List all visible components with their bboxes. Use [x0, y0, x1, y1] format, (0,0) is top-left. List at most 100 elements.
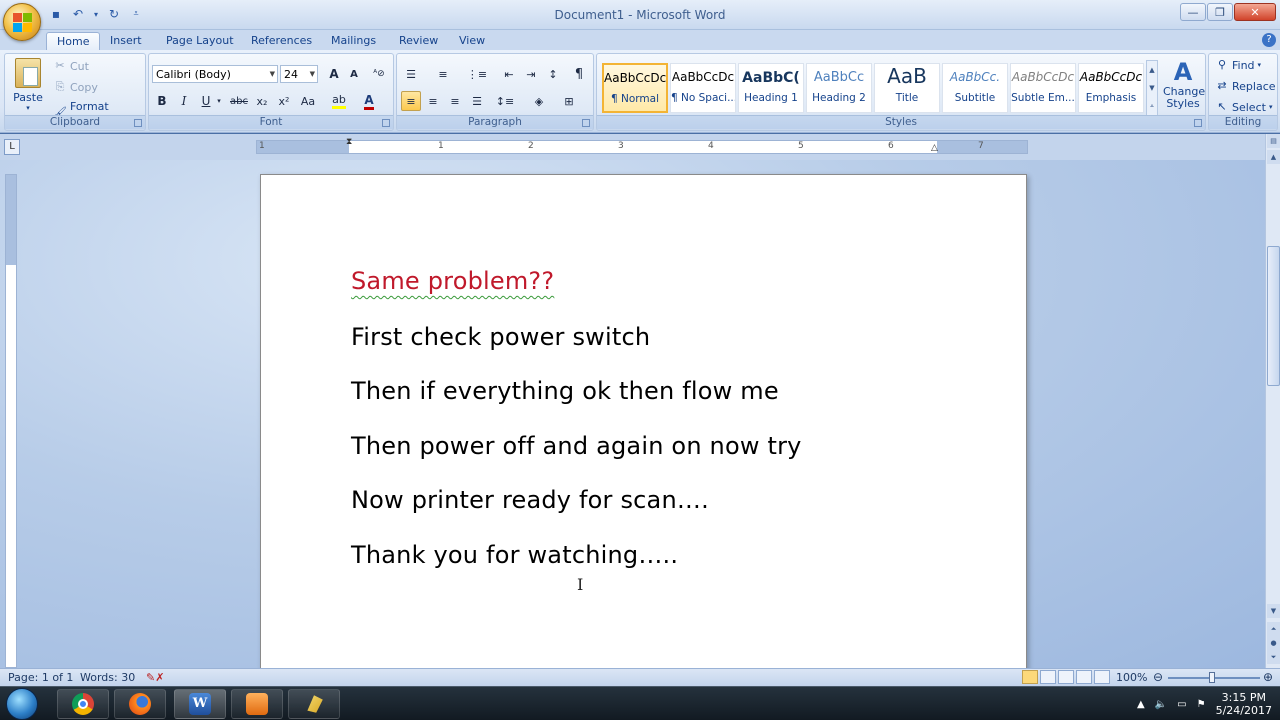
- zoom-out-icon[interactable]: ⊖: [1153, 670, 1163, 684]
- highlight-color-icon[interactable]: ab: [329, 91, 349, 111]
- find-button[interactable]: ⚲ Find ▾: [1215, 58, 1261, 72]
- document-line[interactable]: Same problem??: [351, 267, 554, 295]
- page-count[interactable]: Page: 1 of 1: [8, 671, 73, 684]
- previous-page-icon[interactable]: ⏶: [1267, 622, 1280, 636]
- scroll-thumb[interactable]: [1267, 246, 1280, 386]
- action-center-icon[interactable]: ⚑: [1197, 699, 1206, 710]
- vertical-ruler[interactable]: [5, 174, 17, 668]
- tab-review[interactable]: Review: [389, 32, 448, 51]
- tab-insert[interactable]: Insert: [100, 32, 152, 51]
- shrink-font-button[interactable]: A: [344, 64, 364, 84]
- right-indent-marker-icon[interactable]: △: [931, 143, 938, 153]
- clock[interactable]: 3:15 PM 5/24/2017: [1216, 691, 1272, 717]
- taskbar-word[interactable]: W: [174, 689, 226, 719]
- help-icon[interactable]: ?: [1262, 33, 1276, 47]
- paste-dropdown-icon[interactable]: ▾: [11, 104, 45, 112]
- multilevel-list-icon[interactable]: ⋮≡: [467, 64, 487, 84]
- style-heading-2[interactable]: AaBbCc Heading 2: [806, 63, 872, 113]
- document-line[interactable]: Now printer ready for scan….: [351, 486, 709, 514]
- style-subtle-emphasis[interactable]: AaBbCcDc Subtle Em...: [1010, 63, 1076, 113]
- web-layout-icon[interactable]: [1058, 670, 1074, 684]
- minimize-button[interactable]: —: [1180, 3, 1206, 21]
- align-left-icon[interactable]: ≡: [401, 91, 421, 111]
- zoom-level[interactable]: 100%: [1116, 671, 1147, 684]
- indent-marker-icon[interactable]: ⧗: [346, 137, 352, 147]
- print-layout-icon[interactable]: [1022, 670, 1038, 684]
- styles-launcher-icon[interactable]: [1194, 119, 1202, 127]
- proofing-icon[interactable]: ✎✗: [146, 671, 164, 684]
- style-emphasis[interactable]: AaBbCcDc Emphasis: [1078, 63, 1144, 113]
- style-normal[interactable]: AaBbCcDc ¶ Normal: [602, 63, 668, 113]
- paste-button[interactable]: Paste ▾: [11, 58, 45, 112]
- document-page[interactable]: Same problem?? First check power switch …: [260, 174, 1027, 668]
- style-title[interactable]: AaB Title: [874, 63, 940, 113]
- font-name-combo[interactable]: Calibri (Body) ▼: [152, 65, 278, 83]
- scroll-up-icon[interactable]: ▲: [1267, 150, 1280, 164]
- document-line[interactable]: Thank you for watching…..: [351, 541, 678, 569]
- tab-selector-icon[interactable]: L: [4, 139, 20, 155]
- maximize-button[interactable]: ❐: [1207, 3, 1233, 21]
- change-case-button[interactable]: Aa: [298, 91, 318, 111]
- clear-formatting-icon[interactable]: ᴬ⊘: [369, 64, 389, 84]
- taskbar-media[interactable]: [231, 689, 283, 719]
- font-color-icon[interactable]: A: [359, 91, 379, 111]
- justify-icon[interactable]: ☰: [467, 91, 487, 111]
- align-right-icon[interactable]: ≡: [445, 91, 465, 111]
- taskbar-firefox[interactable]: [114, 689, 166, 719]
- numbering-icon[interactable]: ≡: [433, 64, 453, 84]
- document-line[interactable]: First check power switch: [351, 323, 650, 351]
- increase-indent-icon[interactable]: ⇥: [521, 64, 541, 84]
- taskbar-app[interactable]: [288, 689, 340, 719]
- style-heading-1[interactable]: AaBbC( Heading 1: [738, 63, 804, 113]
- clipboard-launcher-icon[interactable]: [134, 119, 142, 127]
- ruler-toggle-icon[interactable]: ▤: [1267, 134, 1280, 148]
- strikethrough-button[interactable]: abc: [229, 91, 249, 111]
- bold-button[interactable]: B: [152, 91, 172, 111]
- show-hidden-icons-icon[interactable]: ▲: [1137, 699, 1145, 710]
- taskbar-chrome[interactable]: [57, 689, 109, 719]
- draft-icon[interactable]: [1094, 670, 1110, 684]
- vertical-scrollbar[interactable]: ▤ ▲ ▼ ⏶ ● ⏷: [1265, 134, 1280, 668]
- volume-icon[interactable]: 🔈: [1155, 699, 1167, 710]
- tab-mailings[interactable]: Mailings: [321, 32, 386, 51]
- start-button[interactable]: [6, 688, 38, 720]
- replace-button[interactable]: ⇄ Replace: [1215, 79, 1275, 93]
- grow-font-button[interactable]: A: [324, 64, 344, 84]
- outline-icon[interactable]: [1076, 670, 1092, 684]
- select-browse-object-icon[interactable]: ●: [1267, 636, 1280, 650]
- tab-home[interactable]: Home: [46, 32, 101, 51]
- document-line[interactable]: Then power off and again on now try: [351, 432, 802, 460]
- align-center-icon[interactable]: ≡: [423, 91, 443, 111]
- show-hide-button[interactable]: ¶: [569, 64, 589, 84]
- font-size-combo[interactable]: 24 ▼: [280, 65, 318, 83]
- bullets-icon[interactable]: ☰: [401, 64, 421, 84]
- horizontal-ruler[interactable]: 1 1 2 3 4 5 6 7 ⧗ △: [256, 137, 1028, 154]
- sort-icon[interactable]: ↕: [543, 64, 563, 84]
- font-launcher-icon[interactable]: [382, 119, 390, 127]
- zoom-in-icon[interactable]: ⊕: [1263, 670, 1273, 684]
- decrease-indent-icon[interactable]: ⇤: [499, 64, 519, 84]
- office-button[interactable]: [3, 3, 41, 41]
- document-line[interactable]: Then if everything ok then flow me: [351, 377, 779, 405]
- close-button[interactable]: ✕: [1234, 3, 1276, 21]
- styles-gallery-scroll[interactable]: ▲ ▼ ⩡: [1146, 60, 1158, 116]
- underline-dropdown-icon[interactable]: ▾: [214, 91, 224, 111]
- scroll-down-icon[interactable]: ▼: [1267, 604, 1280, 618]
- tab-page-layout[interactable]: Page Layout: [156, 32, 244, 51]
- select-button[interactable]: ↖ Select ▾: [1215, 100, 1272, 114]
- zoom-slider-thumb[interactable]: [1209, 672, 1215, 683]
- change-styles-button[interactable]: A Change Styles: [1163, 58, 1205, 110]
- borders-icon[interactable]: ⊞: [559, 91, 579, 111]
- next-page-icon[interactable]: ⏷: [1267, 650, 1280, 664]
- copy-button[interactable]: ⎘ Copy: [53, 80, 98, 94]
- tab-view[interactable]: View: [449, 32, 495, 51]
- paragraph-launcher-icon[interactable]: [582, 119, 590, 127]
- full-screen-reading-icon[interactable]: [1040, 670, 1056, 684]
- tab-references[interactable]: References: [241, 32, 322, 51]
- underline-button[interactable]: U: [196, 91, 216, 111]
- shading-icon[interactable]: ◈: [529, 91, 549, 111]
- style-no-spacing[interactable]: AaBbCcDc ¶ No Spaci...: [670, 63, 736, 113]
- line-spacing-icon[interactable]: ↕≡: [495, 91, 515, 111]
- word-count[interactable]: Words: 30: [80, 671, 135, 684]
- subscript-button[interactable]: x₂: [252, 91, 272, 111]
